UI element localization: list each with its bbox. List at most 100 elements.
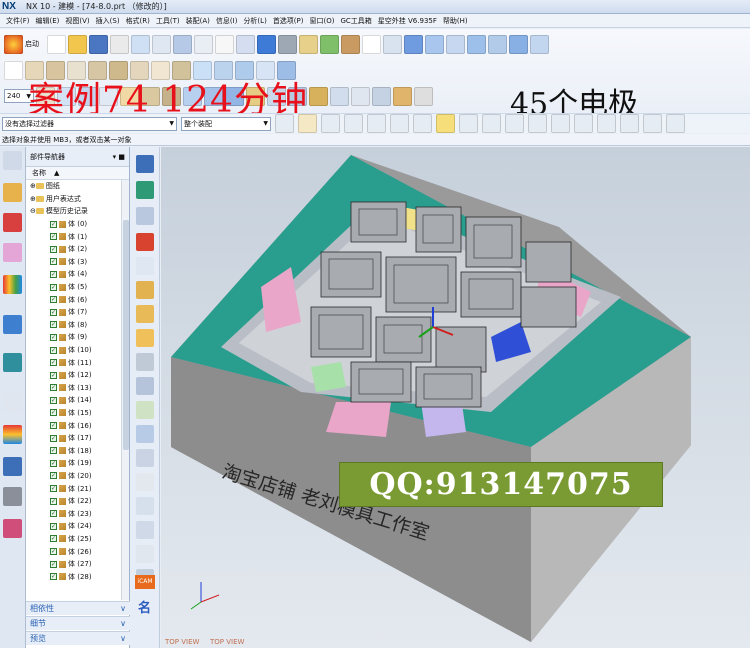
sphere-icon[interactable] <box>320 34 339 54</box>
menu-window[interactable]: 窗口(O) <box>310 16 335 26</box>
electrode-holder-icon[interactable] <box>136 329 154 347</box>
transfer-icon[interactable] <box>136 425 154 443</box>
visibility-checkbox[interactable]: ✓ <box>50 560 57 568</box>
redo-icon[interactable] <box>152 34 171 54</box>
filter-icon[interactable] <box>298 114 317 133</box>
constraint-navigator-icon[interactable] <box>3 243 22 262</box>
analysis-icon[interactable] <box>330 86 349 106</box>
assembly-navigator-icon[interactable] <box>3 213 22 232</box>
snap-endpoint-icon[interactable] <box>436 114 455 133</box>
graphics-window[interactable]: 淘宝店铺 老刘模具工作室 <box>161 147 750 648</box>
palette-icon[interactable] <box>3 425 22 444</box>
tree-node-drawing[interactable]: ⊕ 图纸 <box>30 180 129 193</box>
visibility-checkbox[interactable]: ✓ <box>50 333 57 341</box>
report-icon[interactable] <box>136 545 154 563</box>
visibility-checkbox[interactable]: ✓ <box>50 510 57 518</box>
shaded-cube-icon[interactable] <box>257 34 276 54</box>
name-tool-button[interactable]: 名 <box>138 597 151 616</box>
visibility-checkbox[interactable]: ✓ <box>50 359 57 367</box>
tree-node-body[interactable]: ✓ 体 (22) <box>50 495 129 508</box>
electrode-icon[interactable] <box>393 86 412 106</box>
box-select-icon[interactable] <box>344 114 363 133</box>
copy-electrode-icon[interactable] <box>136 449 154 467</box>
visibility-checkbox[interactable]: ✓ <box>50 548 57 556</box>
visibility-checkbox[interactable]: ✓ <box>50 434 57 442</box>
tree-node-body[interactable]: ✓ 体 (23) <box>50 507 129 520</box>
menu-analysis[interactable]: 分析(L) <box>243 16 266 26</box>
offset-icon[interactable] <box>488 34 507 54</box>
reuse-library-icon[interactable] <box>3 275 22 294</box>
select-all-icon[interactable] <box>275 114 294 133</box>
robot-icon[interactable] <box>3 487 22 506</box>
scroll-thumb[interactable] <box>123 220 129 450</box>
tree-node-body[interactable]: ✓ 体 (0) <box>50 218 129 231</box>
tree-node-body[interactable]: ✓ 体 (2) <box>50 243 129 256</box>
start-icon[interactable] <box>4 34 23 54</box>
electrode-base-icon[interactable] <box>136 281 154 299</box>
dimension-icon[interactable] <box>309 86 328 106</box>
open-folder-icon[interactable] <box>68 34 87 54</box>
expand-icon[interactable]: ⊕ <box>30 182 36 190</box>
snap-intersection-icon[interactable] <box>620 114 639 133</box>
tree-node-body[interactable]: ✓ 体 (19) <box>50 457 129 470</box>
save-icon[interactable] <box>89 34 108 54</box>
drawing-icon[interactable] <box>136 521 154 539</box>
electrode-design-icon[interactable] <box>136 181 154 199</box>
visibility-checkbox[interactable]: ✓ <box>50 447 57 455</box>
visibility-checkbox[interactable]: ✓ <box>50 371 57 379</box>
section-details[interactable]: 细节 ∨ <box>26 616 130 630</box>
selection-filter-select[interactable]: 没有选择过滤器 ▼ <box>2 116 177 131</box>
menu-view[interactable]: 视图(V) <box>65 16 89 26</box>
menu-preferences[interactable]: 首选项(P) <box>273 16 304 26</box>
sketch-icon[interactable] <box>173 34 192 54</box>
select-icon[interactable] <box>4 60 23 80</box>
visibility-checkbox[interactable]: ✓ <box>50 409 57 417</box>
tree-node-body[interactable]: ✓ 体 (26) <box>50 545 129 558</box>
visibility-checkbox[interactable]: ✓ <box>50 321 57 329</box>
tree-node-body[interactable]: ✓ 体 (12) <box>50 369 129 382</box>
expand-icon[interactable]: ⊕ <box>30 195 36 203</box>
visibility-checkbox[interactable]: ✓ <box>50 233 57 241</box>
trim-icon[interactable] <box>509 34 528 54</box>
visibility-checkbox[interactable]: ✓ <box>50 308 57 316</box>
tree-node-body[interactable]: ✓ 体 (25) <box>50 533 129 546</box>
surface-icon[interactable] <box>425 34 444 54</box>
tree-node-body[interactable]: ✓ 体 (14) <box>50 394 129 407</box>
extend-icon[interactable] <box>530 34 549 54</box>
history-icon[interactable] <box>3 353 22 372</box>
collapse-icon[interactable]: ⊖ <box>30 207 36 215</box>
tree-node-body[interactable]: ✓ 体 (17) <box>50 432 129 445</box>
spark-gap-icon[interactable] <box>136 305 154 323</box>
menu-assembly[interactable]: 装配(A) <box>186 16 210 26</box>
visibility-checkbox[interactable]: ✓ <box>50 459 57 467</box>
patch-icon[interactable] <box>467 34 486 54</box>
menu-insert[interactable]: 插入(S) <box>96 16 120 26</box>
visibility-checkbox[interactable]: ✓ <box>50 522 57 530</box>
split-tool-icon[interactable] <box>136 233 154 251</box>
navigator-scrollbar[interactable] <box>121 180 129 600</box>
face-rule-icon[interactable] <box>390 114 409 133</box>
snap-center-icon[interactable] <box>551 114 570 133</box>
tree-node-model-history[interactable]: ⊖ 模型历史记录 <box>30 205 129 218</box>
visibility-checkbox[interactable]: ✓ <box>50 485 57 493</box>
move-icon[interactable] <box>404 34 423 54</box>
settings-icon[interactable] <box>3 151 22 170</box>
part-navigator-icon[interactable] <box>3 183 22 202</box>
menu-format[interactable]: 格式(R) <box>126 16 150 26</box>
tree-node-body[interactable]: ✓ 体 (24) <box>50 520 129 533</box>
tree-node-body[interactable]: ✓ 体 (4) <box>50 268 129 281</box>
undo-icon[interactable] <box>131 34 150 54</box>
visibility-checkbox[interactable]: ✓ <box>50 497 57 505</box>
menu-file[interactable]: 文件(F) <box>6 16 30 26</box>
tree-node-body[interactable]: ✓ 体 (18) <box>50 444 129 457</box>
tree-node-body[interactable]: ✓ 体 (3) <box>50 256 129 269</box>
tree-node-body[interactable]: ✓ 体 (5) <box>50 281 129 294</box>
selection-scope-select[interactable]: 整个装配 ▼ <box>181 116 271 131</box>
snap-quadrant-icon[interactable] <box>574 114 593 133</box>
menu-help[interactable]: 帮助(H) <box>443 16 468 26</box>
sew-icon[interactable] <box>446 34 465 54</box>
visibility-checkbox[interactable]: ✓ <box>50 573 57 581</box>
visibility-checkbox[interactable]: ✓ <box>50 258 57 266</box>
tree-node-body[interactable]: ✓ 体 (9) <box>50 331 129 344</box>
tools-icon[interactable] <box>414 86 433 106</box>
